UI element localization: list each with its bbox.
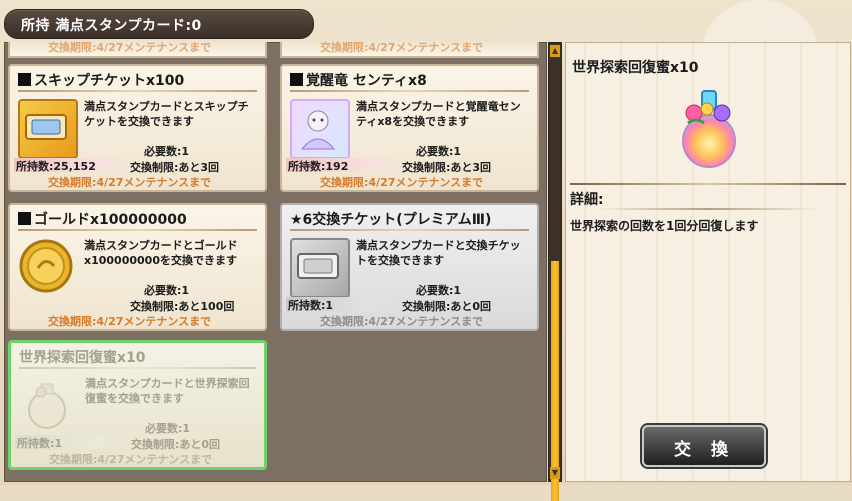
card-title-text: ゴールドx100000000 [34,212,187,228]
divider [19,367,256,369]
detail-heading: 詳細: [570,192,604,208]
gold-coin-icon [18,238,74,294]
exchange-card-gold[interactable]: ゴールドx100000000 満点スタンプカードとゴールドx100000000を… [8,203,267,331]
card-desc: 満点スタンプカードと交換チケットを交換できます [356,239,521,267]
exchange-button-label: 交換 [674,440,748,460]
exchange-limit: 交換制限:あと3回 [402,161,492,174]
card-title: 覚醒竜 センティx8 [290,70,427,90]
card-title: ゴールドx100000000 [18,209,187,229]
exchange-limit: 交換制限:あと3回 [130,161,220,174]
card-title: 世界探索回復蜜x10 [19,350,146,366]
owned-count: 所持数:1 [15,435,127,450]
dragon-portrait-icon [290,99,350,159]
required-count: 必要数:1 [144,145,190,158]
required-count: 必要数:1 [145,422,191,435]
partial-card-top-left[interactable]: 交換期限:4/27メンテナンスまで [8,41,267,58]
partial-period: 交換期限:4/27メンテナンスまで [48,41,212,54]
exchange-period: 交換期限:4/27メンテナンスまで [48,176,212,189]
honey-bottle-icon [19,376,75,432]
exchange-card-dragon-senti[interactable]: 覚醒竜 センティx8 満点スタンプカードと覚醒竜センティx8を交換できます 必要… [280,64,539,192]
ticket-icon [18,99,78,159]
exchange-limit: 交換制限:あと0回 [402,300,492,313]
honey-bottle-large-icon [674,83,744,173]
card-title: ★6交換チケット(プレミアムⅢ) [290,212,492,228]
exchange-limit: 交換制限:あと0回 [131,438,221,451]
exchange-limit: 交換制限:あと100回 [130,300,235,313]
card-title-text: 覚醒竜 センティx8 [306,73,427,89]
card-title: スキップチケットx100 [18,70,184,90]
square-icon [18,212,31,225]
owned-count: 所持数:1 [286,297,398,312]
required-count: 必要数:1 [416,145,462,158]
square-icon [290,73,303,86]
exchange-period: 交換期限:4/27メンテナンスまで [48,315,212,328]
exchange-period: 交換期限:4/27メンテナンスまで [49,453,213,466]
divider [290,90,529,92]
exchange-period: 交換期限:4/27メンテナンスまで [320,315,484,328]
scroll-thumb[interactable] [551,261,559,501]
exchange-card-star6-ticket[interactable]: ★6交換チケット(プレミアムⅢ) 満点スタンプカードと交換チケットを交換できます… [280,203,539,331]
list-scrollbar[interactable]: ▲ ▼ [548,42,562,501]
card-title-text: スキップチケットx100 [34,73,185,89]
divider [18,229,257,231]
exchange-button[interactable]: 交換 [642,425,766,467]
detail-subdivider [596,208,820,210]
scroll-down-icon[interactable]: ▼ [550,467,560,479]
square-icon [18,73,31,86]
required-count: 必要数:1 [416,284,462,297]
exchange-card-skip-ticket[interactable]: スキップチケットx100 満点スタンプカードとスキップチケットを交換できます 必… [8,64,267,192]
detail-divider [570,183,846,185]
card-desc: 満点スタンプカードと世界探索回復蜜を交換できます [85,377,250,405]
card-desc: 満点スタンプカードとスキップチケットを交換できます [84,100,249,128]
owned-count: 所持数:192 [286,158,398,173]
detail-description: 世界探索の回数を1回分回復します [570,219,759,233]
exchange-period: 交換期限:4/27メンテナンスまで [320,176,484,189]
exchange-card-world-honey[interactable]: 世界探索回復蜜x10 満点スタンプカードと世界探索回復蜜を交換できます 必要数:… [8,340,267,470]
divider [290,229,529,231]
partial-card-top-right[interactable]: 交換期限:4/27メンテナンスまで [280,41,539,58]
header-label: 所持 満点スタンプカード:0 [21,18,202,34]
exchange-ticket-icon [290,238,350,298]
detail-panel: 世界探索回復蜜x10 詳細: 世界探索の回数を1回分回復します 交換 [565,42,851,482]
scroll-up-icon[interactable]: ▲ [550,45,560,57]
required-count: 必要数:1 [144,284,190,297]
stamp-card-count-header: 所持 満点スタンプカード:0 [4,9,314,39]
card-desc: 満点スタンプカードと覚醒竜センティx8を交換できます [356,100,521,128]
divider [18,90,257,92]
card-desc: 満点スタンプカードとゴールドx100000000を交換できます [84,239,238,267]
partial-period: 交換期限:4/27メンテナンスまで [320,41,484,54]
detail-title: 世界探索回復蜜x10 [572,60,699,76]
owned-count: 所持数:25,152 [14,158,126,173]
